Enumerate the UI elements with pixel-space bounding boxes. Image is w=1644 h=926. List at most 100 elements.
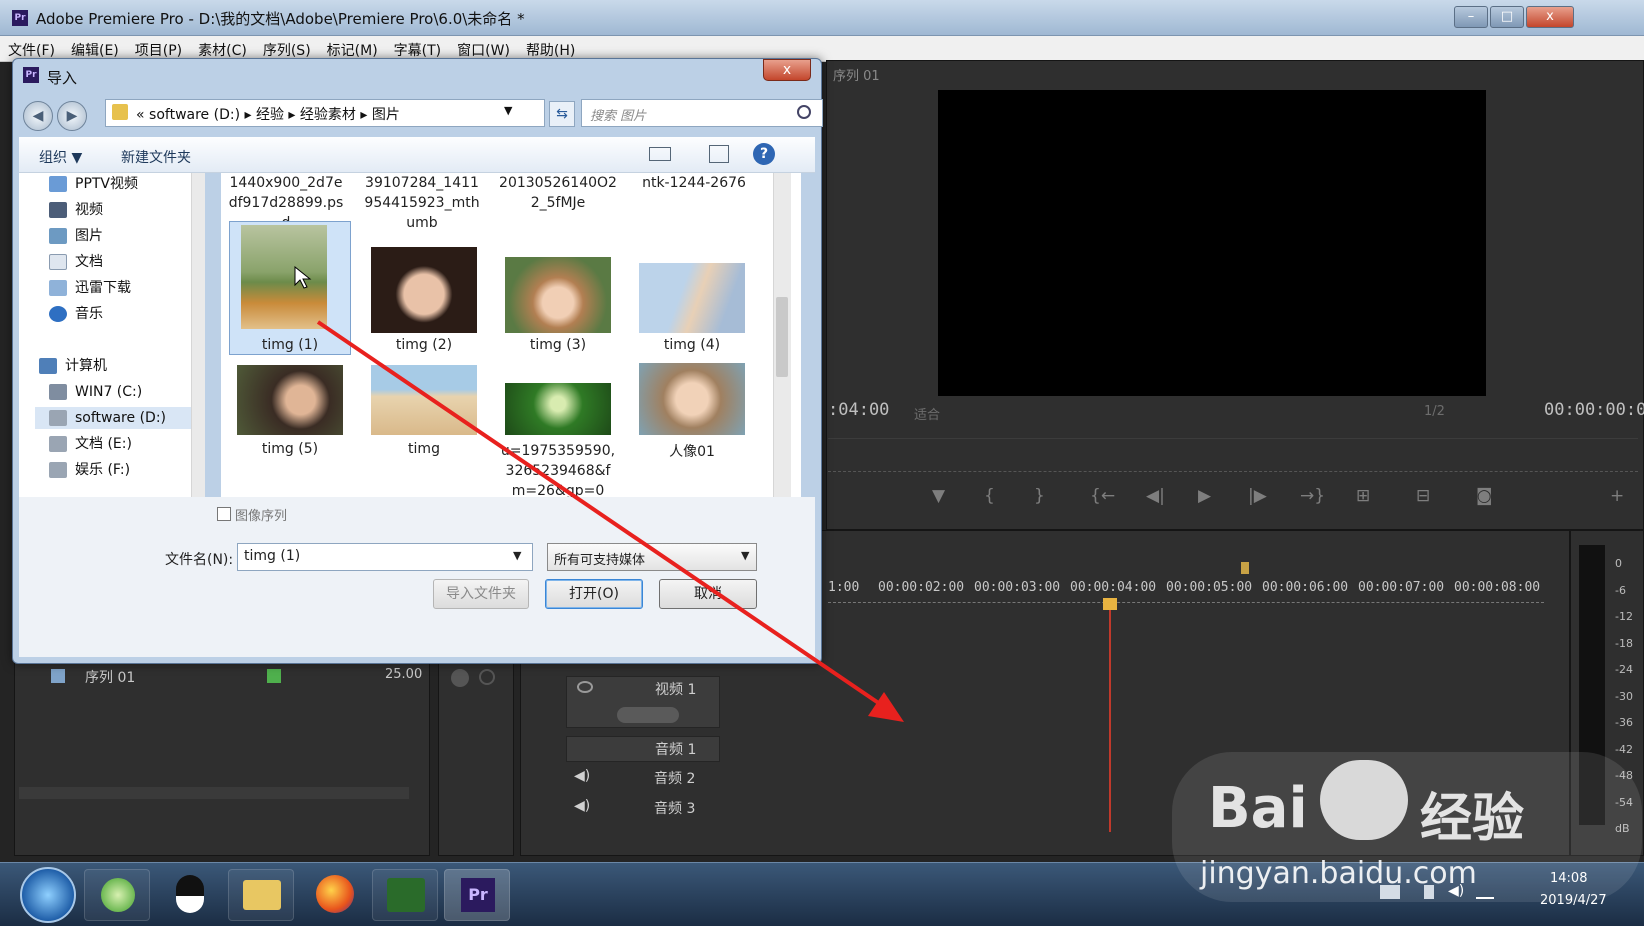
nav-item-computer[interactable]: 计算机	[39, 355, 107, 377]
nav-item-drive-e[interactable]: 文档 (E:)	[49, 433, 132, 455]
step-back-button[interactable]: ◀|	[1146, 486, 1165, 506]
filetype-select[interactable]: 所有可支持媒体	[547, 543, 757, 571]
menu-marker[interactable]: 标记(M)	[319, 36, 386, 60]
file-label-partial[interactable]: ntk-1244-2676	[629, 173, 759, 193]
hand-tool-icon[interactable]	[451, 669, 469, 687]
file-label[interactable]: 人像01	[627, 441, 757, 461]
nav-item-video[interactable]: 视频	[49, 199, 103, 221]
thumbnail-image[interactable]	[371, 247, 477, 333]
thumbnail-image[interactable]	[505, 257, 611, 333]
file-label-partial[interactable]: 39107284_1411 954415923_mth umb	[357, 173, 487, 233]
breadcrumb-folder[interactable]: 经验素材	[300, 107, 356, 123]
import-folder-button[interactable]: 导入文件夹	[433, 579, 529, 609]
help-icon[interactable]: ?	[753, 143, 775, 165]
dialog-close-button[interactable]: x	[763, 59, 811, 81]
file-explorer-icon[interactable]	[228, 869, 294, 921]
file-scrollbar[interactable]	[773, 173, 791, 497]
thumbnail-image[interactable]	[237, 365, 343, 435]
forward-button[interactable]: ▶	[57, 101, 87, 131]
track-audio-1[interactable]: 音频 1	[566, 736, 720, 762]
browser-360-icon[interactable]	[84, 869, 150, 921]
play-button[interactable]: ▶	[1198, 486, 1211, 506]
cancel-button[interactable]: 取消	[659, 579, 757, 609]
step-forward-button[interactable]: |▶	[1248, 486, 1267, 506]
filename-input[interactable]: timg (1)	[237, 543, 533, 571]
menu-window[interactable]: 窗口(W)	[449, 36, 518, 60]
thumbnail-image[interactable]	[505, 383, 611, 435]
file-label[interactable]: timg	[359, 441, 489, 457]
address-bar[interactable]: « software (D:) ▸ 经验 ▸ 经验素材 ▸ 图片 ▼	[105, 99, 545, 127]
minimize-button[interactable]: –	[1454, 6, 1488, 28]
menu-project[interactable]: 项目(P)	[127, 36, 190, 60]
go-to-out-button[interactable]: →}	[1300, 486, 1325, 506]
nav-item-pptv[interactable]: PPTV视频	[49, 173, 138, 195]
refresh-icon[interactable]: ⇆	[549, 101, 575, 127]
nav-item-documents[interactable]: 文档	[49, 251, 103, 273]
export-frame-button[interactable]: ◙	[1476, 486, 1493, 506]
mark-in-button[interactable]: {	[984, 486, 995, 506]
menu-sequence[interactable]: 序列(S)	[255, 36, 319, 60]
file-label[interactable]: u=1975359590, 3265239468&f m=26&gp=0	[493, 441, 623, 501]
breadcrumb-overflow[interactable]: «	[136, 107, 145, 123]
nav-item-downloads[interactable]: 迅雷下载	[49, 277, 131, 299]
premiere-taskbar-icon[interactable]: Pr	[444, 869, 510, 921]
extract-button[interactable]: ⊟	[1416, 486, 1430, 506]
speaker-icon[interactable]: ◀)	[574, 798, 590, 814]
file-label[interactable]: timg (4)	[627, 337, 757, 353]
image-sequence-checkbox[interactable]	[217, 507, 231, 521]
chevron-down-icon[interactable]: ▼	[504, 104, 512, 117]
breadcrumb-drive[interactable]: software (D:)	[149, 107, 240, 123]
speaker-icon[interactable]: ◀)	[574, 768, 590, 784]
qq-icon[interactable]	[156, 869, 222, 921]
resolution-dropdown[interactable]: 1/2	[1424, 404, 1445, 419]
track-audio-3[interactable]: ◀) 音频 3	[566, 796, 720, 822]
add-marker-button[interactable]: ▼	[932, 486, 945, 506]
track-audio-2[interactable]: ◀) 音频 2	[566, 766, 720, 792]
chevron-down-icon[interactable]: ▼	[741, 549, 749, 562]
menu-help[interactable]: 帮助(H)	[518, 36, 583, 60]
nav-item-drive-f[interactable]: 娱乐 (F:)	[49, 459, 130, 481]
track-toggle[interactable]	[617, 707, 679, 723]
nav-item-pictures[interactable]: 图片	[49, 225, 103, 247]
scroll-thumb[interactable]	[776, 297, 788, 377]
nav-item-drive-d[interactable]: software (D:)	[35, 407, 201, 429]
thumbnail-image[interactable]	[371, 365, 477, 435]
menu-clip[interactable]: 素材(C)	[190, 36, 255, 60]
lift-button[interactable]: ⊞	[1356, 486, 1370, 506]
firefox-icon[interactable]	[300, 869, 366, 921]
start-orb-icon[interactable]	[20, 867, 76, 923]
maximize-button[interactable]: □	[1490, 6, 1524, 28]
breadcrumb-current[interactable]: 图片	[372, 107, 400, 123]
new-folder-button[interactable]: 新建文件夹	[121, 147, 191, 167]
organize-menu[interactable]: 组织 ▼	[39, 147, 82, 167]
zoom-tool-icon[interactable]	[479, 669, 495, 685]
work-area-marker[interactable]	[1241, 562, 1249, 574]
search-icon[interactable]	[797, 105, 811, 119]
menu-file[interactable]: 文件(F)	[0, 36, 63, 60]
thumbnail-image[interactable]	[241, 225, 327, 329]
track-video-1[interactable]: 视频 1	[566, 676, 720, 728]
playhead-handle[interactable]	[1103, 598, 1117, 610]
project-item-name[interactable]: 序列 01	[85, 667, 135, 687]
preview-pane-icon[interactable]	[709, 145, 729, 163]
file-label-partial[interactable]: 20130526140O2 2_5fMJe	[493, 173, 623, 213]
view-options-icon[interactable]	[649, 147, 671, 161]
file-label[interactable]: timg (1)	[225, 337, 355, 353]
monitor-tab[interactable]: 序列 01	[833, 65, 880, 84]
open-button[interactable]: 打开(O)	[545, 579, 643, 609]
thumbnail-image[interactable]	[639, 363, 745, 435]
back-button[interactable]: ◀	[23, 101, 53, 131]
project-scrollbar[interactable]	[19, 787, 409, 799]
file-label[interactable]: timg (5)	[225, 441, 355, 457]
nav-scrollbar[interactable]	[191, 173, 205, 497]
search-input[interactable]: 搜索 图片	[581, 99, 823, 127]
close-button[interactable]: x	[1526, 6, 1574, 28]
fit-dropdown[interactable]: 适合	[914, 404, 940, 423]
file-label[interactable]: timg (2)	[359, 337, 489, 353]
add-button[interactable]: +	[1610, 486, 1624, 506]
mark-out-button[interactable]: }	[1034, 486, 1045, 506]
file-label[interactable]: timg (3)	[493, 337, 623, 353]
thumbnail-image[interactable]	[639, 263, 745, 333]
video-player-icon[interactable]	[372, 869, 438, 921]
eye-icon[interactable]	[577, 681, 593, 693]
